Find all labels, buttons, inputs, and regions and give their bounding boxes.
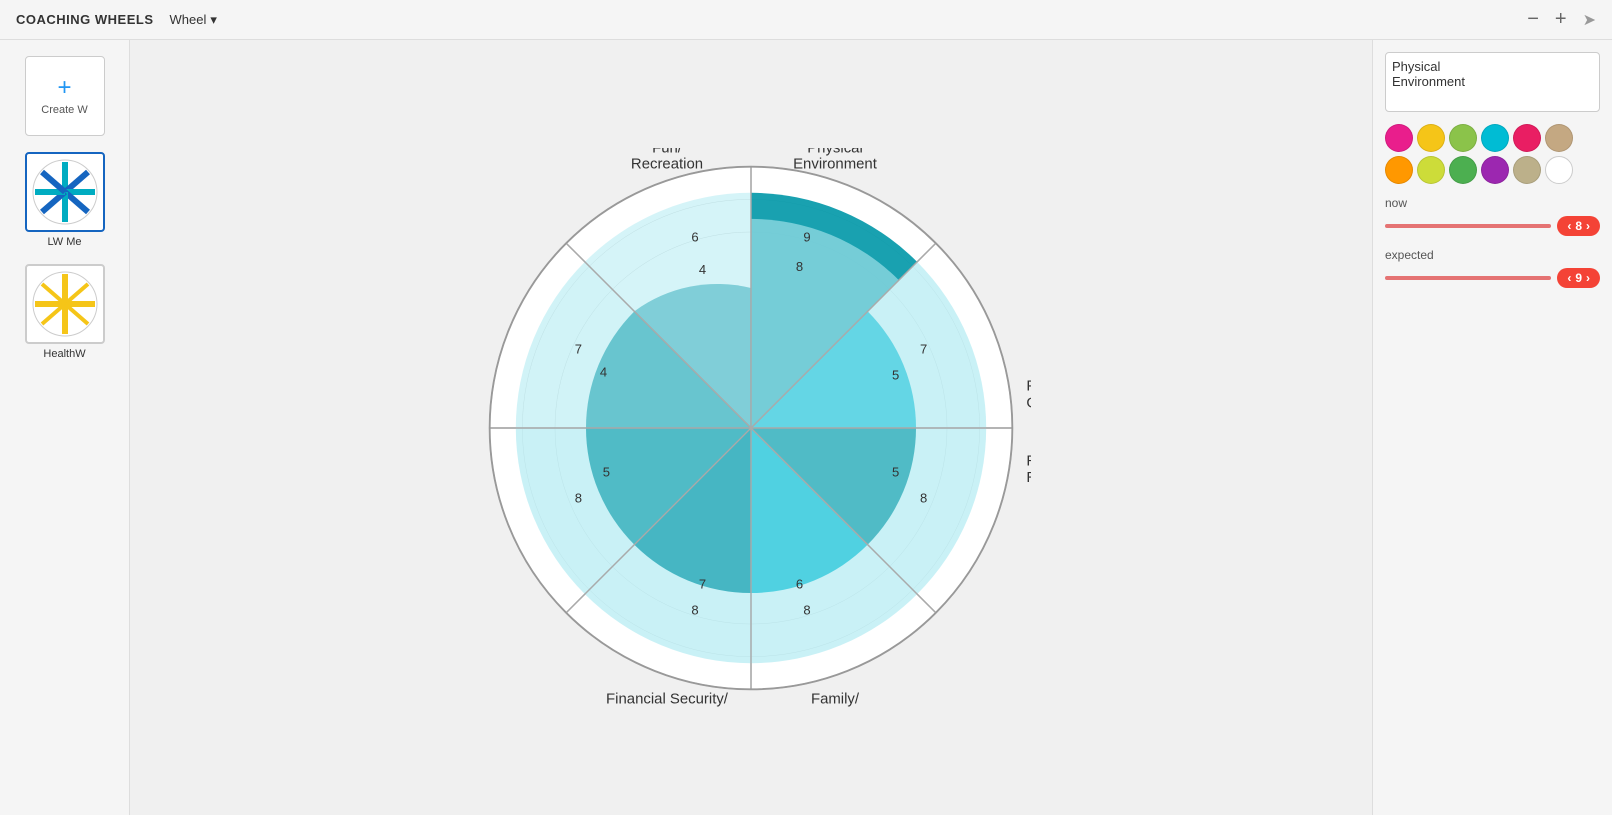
color-swatch-0[interactable]: [1385, 124, 1413, 152]
main-layout: + Create W LW Me: [0, 40, 1612, 815]
now-value: 8: [1575, 219, 1582, 233]
segment-rr-now: 8: [920, 490, 927, 505]
segment-ff-exp: 6: [796, 576, 803, 591]
color-swatch-2[interactable]: [1449, 124, 1477, 152]
segment-pe-now: 9: [803, 229, 810, 244]
svg-text:Environment: Environment: [793, 155, 878, 172]
expected-slider-track[interactable]: [1385, 276, 1551, 280]
chevron-down-icon: ▾: [210, 12, 217, 28]
svg-text:Growth: Growth: [1026, 394, 1031, 411]
segment-cw-now: 7: [575, 341, 582, 356]
app-title: COACHING WHEELS: [16, 12, 154, 27]
color-swatch-8[interactable]: [1449, 156, 1477, 184]
wheel-chart[interactable]: 9 8 7 5 8 5 8 6 8 7 8: [471, 148, 1031, 708]
label-family-friends: Family/: [811, 690, 860, 707]
color-swatch-3[interactable]: [1481, 124, 1509, 152]
segment-pe-exp: 8: [796, 259, 803, 274]
zoom-in-button[interactable]: +: [1547, 8, 1575, 31]
now-value-button[interactable]: ‹ 8 ›: [1557, 216, 1600, 236]
sidebar-item-lw-me-label: LW Me: [47, 236, 81, 248]
segment-hw-exp: 5: [603, 464, 610, 479]
wheel-dropdown[interactable]: Wheel ▾: [170, 12, 217, 28]
create-wheel-button[interactable]: + Create W: [25, 56, 105, 136]
canvas-area: 9 8 7 5 8 5 8 6 8 7 8: [130, 40, 1372, 815]
color-palette: [1385, 124, 1600, 184]
expected-slider-section: expected ‹ 9 ›: [1385, 248, 1600, 288]
segment-pg-exp: 5: [892, 367, 899, 382]
color-swatch-6[interactable]: [1385, 156, 1413, 184]
segment-fsm-now: 8: [691, 602, 698, 617]
color-swatch-7[interactable]: [1417, 156, 1445, 184]
send-button[interactable]: ➤: [1583, 10, 1596, 30]
segment-rr-exp: 5: [892, 464, 899, 479]
zoom-out-button[interactable]: −: [1519, 8, 1547, 31]
color-swatch-5[interactable]: [1545, 124, 1573, 152]
now-increment-icon: ›: [1586, 219, 1590, 233]
color-swatch-11[interactable]: [1545, 156, 1573, 184]
svg-text:Romance: Romance: [1026, 469, 1031, 486]
wheel-thumbnail-healthw: [25, 264, 105, 344]
label-personal-growth: Personal: [1026, 377, 1031, 394]
expected-increment-icon: ›: [1586, 271, 1590, 285]
label-relationship-romance: Relationship/: [1026, 452, 1031, 469]
now-decrement-icon: ‹: [1567, 219, 1571, 233]
sidebar: + Create W LW Me: [0, 40, 130, 815]
create-label: Create W: [41, 104, 87, 116]
topbar: COACHING WHEELS Wheel ▾ − + ➤: [0, 0, 1612, 40]
svg-text:Recreation: Recreation: [631, 155, 703, 172]
now-label: now: [1385, 196, 1600, 210]
color-swatch-10[interactable]: [1513, 156, 1541, 184]
color-swatch-1[interactable]: [1417, 124, 1445, 152]
color-swatch-9[interactable]: [1481, 156, 1509, 184]
label-financial-security: Financial Security/: [606, 690, 729, 707]
segment-fsm-exp: 7: [699, 576, 706, 591]
segment-pg-now: 7: [920, 341, 927, 356]
segment-ff-now: 8: [803, 602, 810, 617]
color-swatch-4[interactable]: [1513, 124, 1541, 152]
right-panel: Physical Environment now ‹ 8 › expected …: [1372, 40, 1612, 815]
segment-fr-exp: 4: [699, 262, 706, 277]
wheel-thumbnail-lw-me: [25, 152, 105, 232]
segment-cw-exp: 4: [600, 364, 607, 379]
sidebar-item-healthw-label: HealthW: [43, 348, 85, 360]
sidebar-item-lw-me[interactable]: LW Me: [25, 152, 105, 248]
expected-value: 9: [1575, 271, 1582, 285]
expected-value-button[interactable]: ‹ 9 ›: [1557, 268, 1600, 288]
plus-icon: +: [57, 76, 71, 100]
svg-text:Money: Money: [645, 707, 690, 708]
now-slider-section: now ‹ 8 ›: [1385, 196, 1600, 236]
now-slider-track[interactable]: [1385, 224, 1551, 228]
segment-fr-now: 6: [691, 229, 698, 244]
send-icon: ➤: [1583, 12, 1596, 29]
svg-text:Friends: Friends: [810, 707, 860, 708]
sidebar-item-healthw[interactable]: HealthW: [25, 264, 105, 360]
segment-hw-now: 8: [575, 490, 582, 505]
expected-label: expected: [1385, 248, 1600, 262]
expected-decrement-icon: ‹: [1567, 271, 1571, 285]
segment-name-input[interactable]: Physical Environment: [1385, 52, 1600, 112]
